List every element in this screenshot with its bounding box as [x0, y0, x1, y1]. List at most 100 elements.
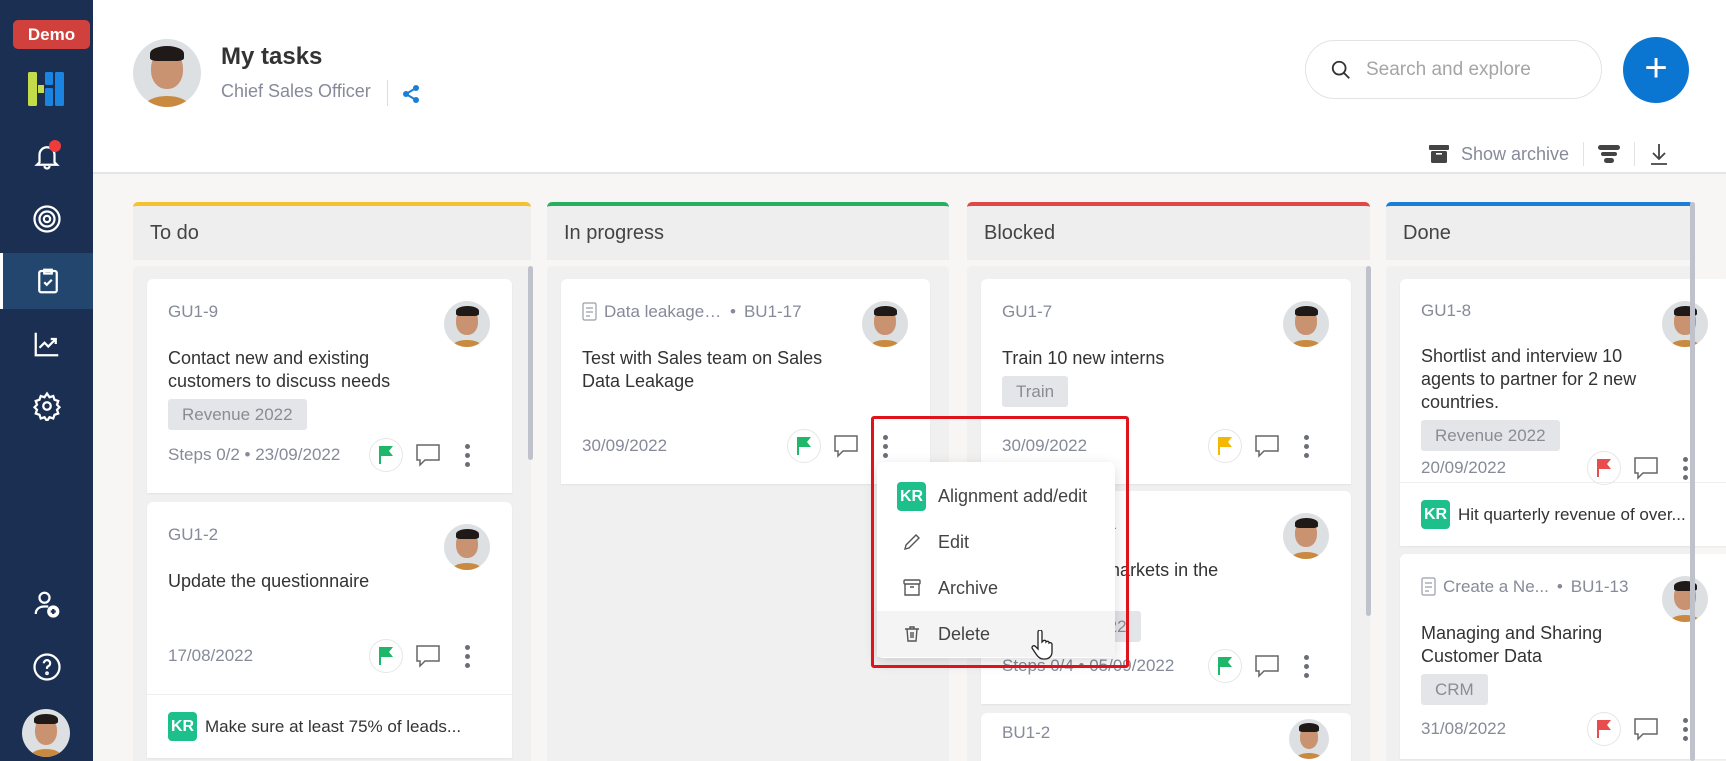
comment-icon[interactable]: [1633, 717, 1659, 741]
board-column-done: Done GU1-8 Shortlist and interview 10 agen…: [1386, 202, 1726, 761]
priority-flag-button[interactable]: [1587, 451, 1621, 485]
kr-badge: KR: [897, 481, 926, 511]
more-options-button[interactable]: [1294, 432, 1318, 460]
unread-dot: [49, 140, 61, 152]
task-title[interactable]: Shortlist and interview 10 agents to par…: [1421, 345, 1709, 414]
search-icon: [1331, 60, 1350, 79]
board-column-todo: To do GU1-9 Contact new and existing custo…: [133, 202, 531, 761]
comment-icon[interactable]: [833, 434, 859, 458]
parent-link[interactable]: Create a Ne...: [1443, 577, 1549, 597]
task-title[interactable]: Managing and Sharing Customer Data: [1421, 622, 1709, 668]
task-card[interactable]: GU1-8 Shortlist and interview 10 agents t…: [1400, 279, 1726, 546]
assignee-avatar[interactable]: [862, 301, 908, 347]
task-card[interactable]: BU1-2: [981, 713, 1351, 761]
separator: •: [730, 302, 736, 321]
more-options-button[interactable]: [455, 642, 479, 670]
task-id: BU1-13: [1570, 577, 1629, 596]
task-title[interactable]: Test with Sales team on Sales Data Leaka…: [582, 347, 909, 393]
task-date: 30/09/2022: [582, 436, 668, 455]
page-header: My tasks Chief Sales Officer + Show arch…: [93, 0, 1726, 174]
search-input[interactable]: [1366, 58, 1586, 81]
task-title[interactable]: Contact new and existing customers to di…: [168, 347, 491, 393]
card-id-row: Data leakage ... • BU1-17: [582, 301, 909, 323]
assignee-avatar[interactable]: [1289, 719, 1329, 759]
task-title[interactable]: Train 10 new interns: [1002, 347, 1330, 370]
user-avatar[interactable]: [22, 709, 70, 757]
card-footer: 17/08/2022: [168, 638, 491, 674]
card-footer: 30/09/2022: [582, 428, 909, 464]
card-footer: 30/09/2022: [1002, 428, 1330, 464]
priority-flag-button[interactable]: [787, 429, 821, 463]
task-context-menu: KR Alignment add/edit Edit Archive Delet…: [877, 462, 1115, 658]
priority-flag-button[interactable]: [1208, 429, 1242, 463]
more-options-button[interactable]: [1294, 652, 1318, 680]
priority-flag-button[interactable]: [1587, 712, 1621, 746]
priority-flag-button[interactable]: [1208, 649, 1242, 683]
menu-item-label: Alignment add/edit: [938, 485, 1088, 506]
task-card[interactable]: Create a Ne... • BU1-13 Managing and Sharin…: [1400, 554, 1726, 759]
key-result-text: Hit quarterly revenue of over...: [1458, 504, 1686, 524]
more-options-button[interactable]: [873, 432, 897, 460]
assignee-avatar[interactable]: [1662, 301, 1708, 347]
download-icon[interactable]: [1649, 143, 1669, 165]
card-id-row: GU1-9: [168, 301, 491, 323]
comment-icon[interactable]: [1633, 456, 1659, 480]
more-options-button[interactable]: [455, 441, 479, 469]
task-card[interactable]: Data leakage ... • BU1-17 Test with Sales t…: [561, 279, 930, 484]
archive-icon: [902, 579, 921, 596]
key-result-link[interactable]: KR Hit quarterly revenue of over...: [1400, 482, 1726, 546]
priority-flag-button[interactable]: [369, 438, 403, 472]
share-icon[interactable]: [401, 84, 421, 104]
sidebar-item-invite-user[interactable]: [0, 576, 93, 632]
app-logo[interactable]: [28, 72, 64, 106]
task-date: Steps 0/2 • 23/09/2022: [168, 445, 341, 464]
priority-flag-button[interactable]: [369, 639, 403, 673]
column-scrollbar[interactable]: [1366, 266, 1371, 616]
card-footer: Steps 0/2 • 23/09/2022: [168, 437, 491, 473]
show-archive-button[interactable]: Show archive: [1429, 144, 1569, 165]
sidebar-item-tasks[interactable]: [0, 253, 93, 309]
task-date: 20/09/2022: [1421, 458, 1507, 477]
menu-item-alignment[interactable]: KR Alignment add/edit: [877, 473, 1115, 519]
filter-icon[interactable]: [1598, 144, 1621, 164]
comment-icon[interactable]: [1254, 654, 1280, 678]
add-button[interactable]: +: [1623, 37, 1689, 103]
task-card[interactable]: GU1-7 Train 10 new interns Train 30/09/2022: [981, 279, 1351, 484]
sidebar-item-notifications[interactable]: [0, 128, 93, 184]
assignee-avatar[interactable]: [444, 524, 490, 570]
task-id: GU1-9: [168, 302, 219, 321]
comment-icon[interactable]: [415, 644, 441, 668]
kr-badge: KR: [168, 712, 197, 741]
column-scrollbar[interactable]: [528, 266, 533, 460]
sidebar-item-reports[interactable]: [0, 316, 93, 372]
card-id-row: GU1-2: [168, 524, 491, 546]
assignee-avatar[interactable]: [444, 301, 490, 347]
assignee-avatar[interactable]: [1283, 301, 1329, 347]
task-card[interactable]: GU1-2 Update the questionnaire 17/08/2022 K…: [147, 502, 512, 758]
column-body: GU1-9 Contact new and existing customers …: [133, 266, 531, 761]
sidebar-item-objectives[interactable]: [0, 191, 93, 247]
sidebar-item-settings[interactable]: [0, 378, 93, 434]
task-tag: CRM: [1421, 674, 1488, 705]
task-card[interactable]: GU1-9 Contact new and existing customers …: [147, 279, 512, 493]
key-result-link[interactable]: KR Make sure at least 75% of leads...: [147, 694, 512, 758]
parent-link[interactable]: Data leakage ...: [604, 302, 722, 322]
trash-icon: [904, 626, 919, 642]
menu-item-delete[interactable]: Delete: [877, 611, 1115, 657]
task-title[interactable]: Update the questionnaire: [168, 570, 491, 593]
task-date: 31/08/2022: [1421, 719, 1507, 738]
search-box[interactable]: [1305, 40, 1602, 99]
card-footer: 31/08/2022: [1421, 711, 1709, 747]
sidebar-item-help[interactable]: [0, 639, 93, 695]
column-scrollbar[interactable]: [1690, 202, 1695, 761]
assignee-avatar[interactable]: [1662, 576, 1708, 622]
task-date: 17/08/2022: [168, 646, 254, 665]
menu-item-label: Archive: [938, 577, 999, 598]
assignee-avatar[interactable]: [1283, 513, 1329, 559]
kr-badge: KR: [1421, 500, 1450, 529]
comment-icon[interactable]: [415, 443, 441, 467]
comment-icon[interactable]: [1254, 434, 1280, 458]
menu-item-edit[interactable]: Edit: [877, 519, 1115, 565]
menu-item-archive[interactable]: Archive: [877, 565, 1115, 611]
flag-icon: [379, 446, 393, 464]
